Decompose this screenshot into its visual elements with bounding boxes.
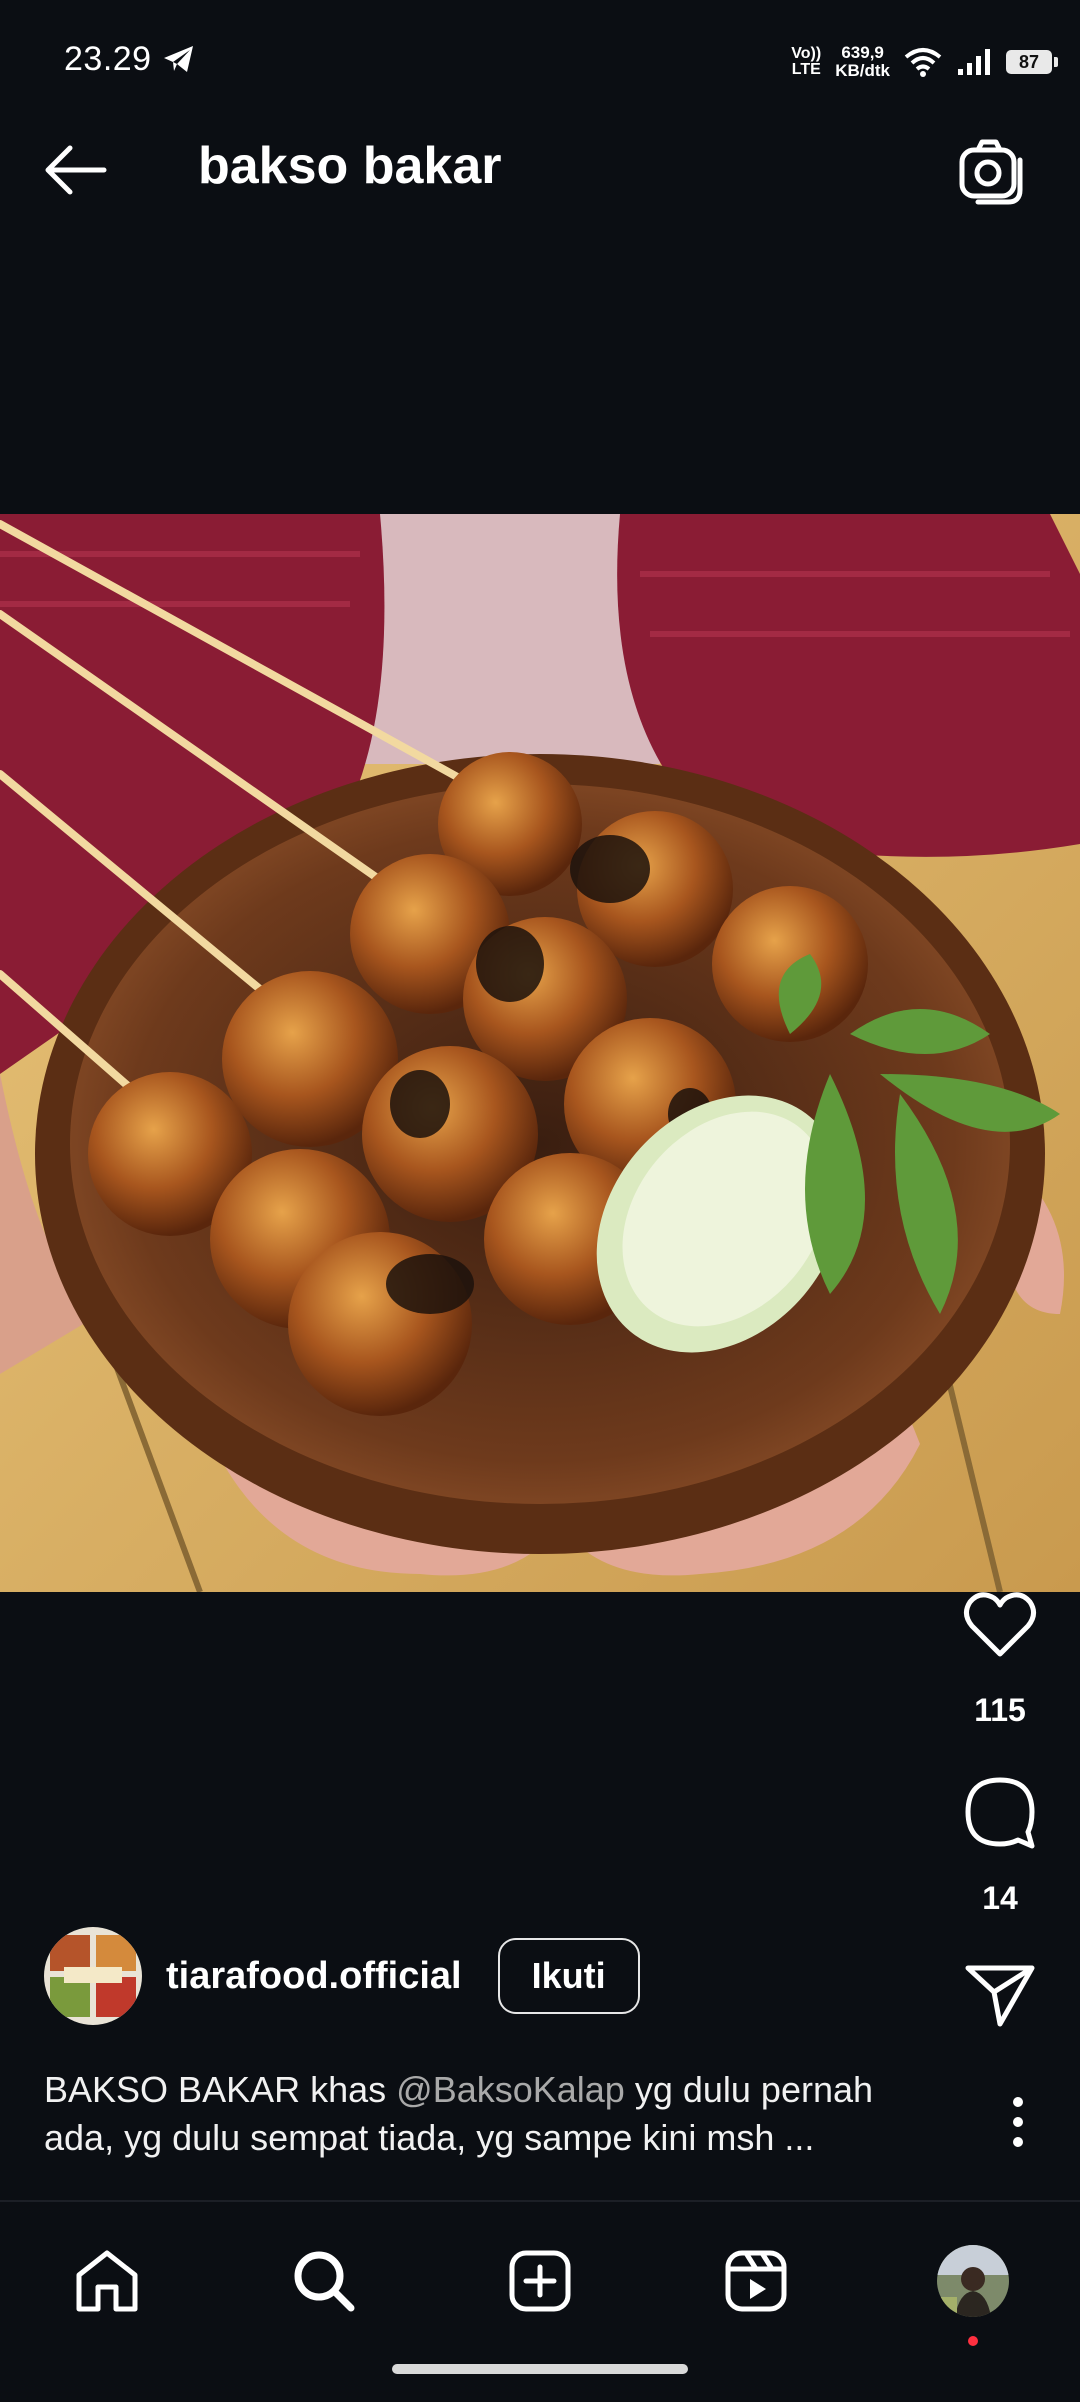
author-username[interactable]: tiarafood.official	[166, 1955, 462, 1998]
post-author: tiarafood.official Ikuti	[44, 1926, 640, 2026]
status-indicators: Vo)) LTE 639,9 KB/dtk 87	[791, 36, 1058, 88]
nav-create[interactable]	[495, 2236, 585, 2326]
more-vertical-icon[interactable]	[1008, 2094, 1028, 2150]
caption-mention[interactable]: @BaksoKalap	[396, 2069, 625, 2110]
nav-profile[interactable]	[928, 2236, 1018, 2346]
nav-reels[interactable]	[711, 2236, 801, 2326]
clock: 23.29	[64, 40, 152, 78]
nav-search[interactable]	[279, 2236, 369, 2326]
comment-icon[interactable]	[962, 1774, 1038, 1850]
post-caption[interactable]: BAKSO BAKAR khas @BaksoKalap yg dulu per…	[44, 2066, 944, 2162]
telegram-icon	[164, 46, 193, 72]
heart-icon[interactable]	[962, 1590, 1038, 1660]
wifi-icon	[904, 48, 942, 77]
home-icon	[76, 2250, 138, 2312]
camera-icon[interactable]	[956, 136, 1028, 206]
post-photo[interactable]	[0, 514, 1080, 1592]
send-icon[interactable]	[964, 1962, 1036, 2028]
like-count[interactable]: 115	[920, 1692, 1080, 1729]
profile-avatar	[937, 2245, 1009, 2317]
search-icon	[294, 2251, 355, 2312]
comment-count[interactable]: 14	[920, 1880, 1080, 1917]
battery-indicator: 87	[1006, 50, 1058, 74]
reels-icon	[725, 2250, 787, 2312]
page-title: bakso bakar	[198, 137, 502, 195]
network-speed: 639,9 KB/dtk	[835, 43, 890, 80]
arrow-left-icon[interactable]	[40, 140, 110, 200]
top-bar: bakso bakar	[0, 92, 1080, 252]
signal-icon	[958, 49, 990, 75]
status-bar: 23.29 Vo)) LTE 639,9 KB/dtk 87	[0, 0, 1080, 92]
create-icon	[509, 2250, 571, 2312]
follow-button[interactable]: Ikuti	[497, 1938, 640, 2014]
author-avatar[interactable]	[44, 1927, 142, 2025]
home-indicator[interactable]	[392, 2364, 688, 2374]
nav-home[interactable]	[62, 2236, 152, 2326]
notification-dot	[968, 2336, 978, 2346]
volte-indicator: Vo)) LTE	[791, 45, 822, 78]
